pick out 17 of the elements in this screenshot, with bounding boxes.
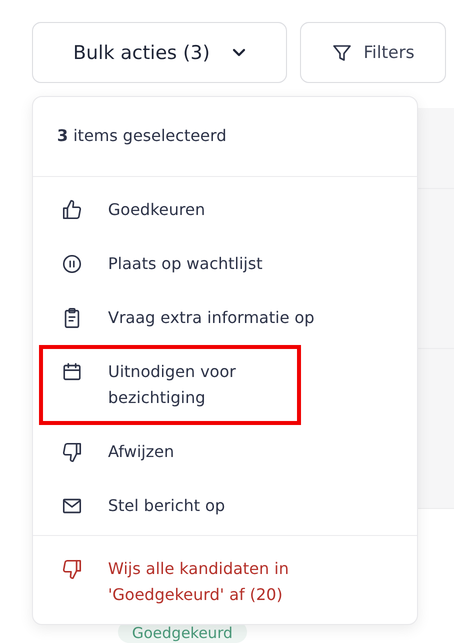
bulk-actions-button[interactable]: Bulk acties (3)	[32, 22, 287, 83]
menu-item[interactable]: Afwijzen	[39, 425, 411, 479]
filters-button[interactable]: Filters	[300, 22, 446, 83]
pause-icon	[61, 253, 83, 275]
menu-item[interactable]: Stel bericht op	[39, 479, 411, 533]
calendar-icon	[61, 361, 83, 383]
thumbs-down-icon	[61, 558, 83, 580]
menu-item[interactable]: Wijs alle kandidaten in 'Goedgekeurd' af (20)	[39, 542, 411, 622]
menu-item[interactable]: Goedkeuren	[39, 183, 411, 237]
thumbs-up-icon	[61, 199, 83, 221]
chevron-down-icon	[232, 48, 246, 57]
selection-count: 3 items geselecteerd	[33, 97, 417, 177]
thumbs-down-icon	[61, 441, 83, 463]
menu-item[interactable]: Uitnodigen voor bezichtiging	[39, 345, 301, 425]
menu-item[interactable]: Plaats op wachtlijst	[39, 237, 411, 291]
filter-icon	[332, 42, 352, 62]
menu-item[interactable]: Vraag extra informatie op	[39, 291, 411, 345]
